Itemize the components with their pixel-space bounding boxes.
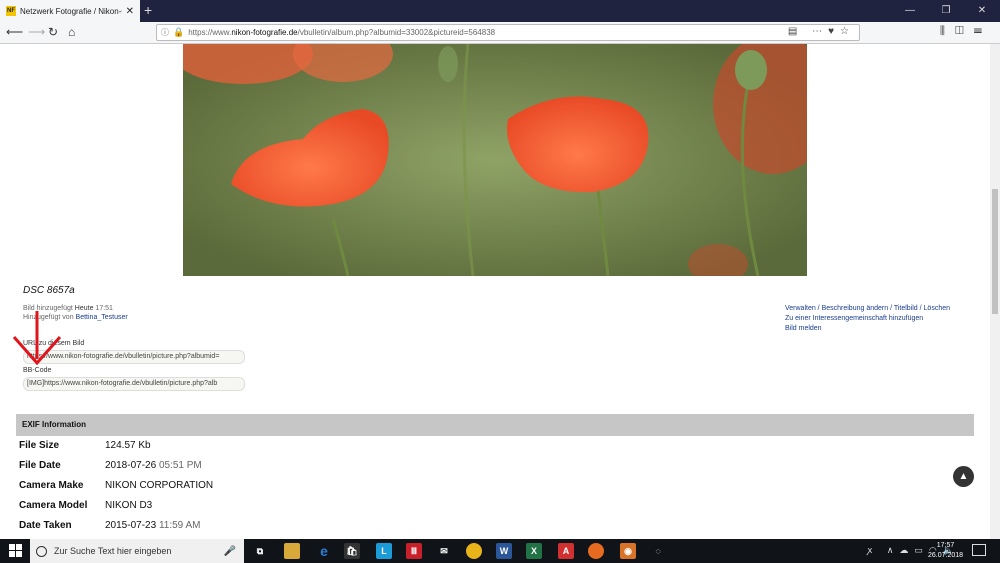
manage-links[interactable]: Verwalten / Beschreibung ändern / Titelb… [785, 304, 950, 314]
store-icon[interactable]: 🛍 [344, 543, 360, 559]
excel-icon[interactable]: X [526, 543, 542, 559]
pocket-icon[interactable]: ♥ [828, 26, 840, 37]
new-tab-icon[interactable]: + [144, 2, 152, 18]
minimize-icon[interactable]: — [892, 0, 928, 22]
reader-view-icon[interactable]: ▤ [788, 26, 803, 37]
tab-title: Netzwerk Fotografie / Nikon-C [20, 6, 122, 16]
bookmark-star-icon[interactable]: ☆ [840, 26, 855, 37]
home-icon[interactable]: ⌂ [68, 25, 75, 39]
nav-bar: ⟵ ⟶ ↻ ⌂ ⓘ 🔒 https://www. nikon-fotografie… [0, 22, 1000, 44]
bbcode-field[interactable]: [IMG]https://www.nikon-fotografie.de/vbu… [23, 377, 245, 391]
back-icon[interactable]: ⟵ [6, 25, 23, 39]
exif-value: 2018-07-26 05:51 PM [105, 460, 202, 471]
report-picture-link[interactable]: Bild melden [785, 324, 950, 334]
exif-value-main: 2018-07-26 [105, 460, 157, 471]
exif-key: Date Taken [19, 520, 72, 531]
exif-key: Camera Model [19, 500, 88, 511]
url-domain: nikon-fotografie.de [231, 28, 298, 37]
added-date: Heute [74, 305, 94, 312]
app-red-icon[interactable]: Ⅲ [406, 543, 422, 559]
exif-value: NIKON CORPORATION [105, 480, 213, 491]
lock-icon: 🔒 [173, 27, 185, 37]
page-scrollbar[interactable] [990, 44, 1000, 539]
browser-tab[interactable]: NF Netzwerk Fotografie / Nikon-C ✕ [0, 0, 140, 22]
library-icon[interactable]: ⫼ [940, 25, 955, 37]
show-hidden-icons[interactable]: ∧ [887, 545, 900, 555]
app-ring-icon[interactable]: ◌ [650, 543, 666, 559]
exif-key: Camera Make [19, 480, 84, 491]
chrome-icon[interactable] [466, 543, 482, 559]
taskbar-clock[interactable]: 17:57 26.07.2018 [928, 541, 963, 561]
url-prefix: https://www. [188, 28, 232, 37]
forward-icon[interactable]: ⟶ [28, 25, 45, 39]
exif-key: File Date [19, 460, 61, 471]
url-bar[interactable]: ⓘ 🔒 https://www. nikon-fotografie.de/vbul… [156, 24, 860, 41]
exif-key: File Size [19, 440, 60, 451]
page-actions-icon[interactable]: ⋯ [812, 26, 828, 37]
mail-icon[interactable]: ✉ [436, 543, 452, 559]
picture-title: DSC 8657a [23, 285, 75, 296]
toolbar-icons: ⫼◫☰ [940, 25, 992, 38]
exif-value: NIKON D3 [105, 500, 152, 511]
exif-value-main: NIKON D3 [105, 500, 153, 511]
window-close-icon[interactable]: ✕ [964, 0, 1000, 22]
taskbar-search-box[interactable]: Zur Suche Text hier eingeben 🎤 [30, 539, 244, 563]
windows-start-icon[interactable] [9, 544, 23, 558]
menu-icon[interactable]: ☰ [974, 25, 992, 37]
notification-center-icon[interactable] [972, 544, 986, 556]
site-favicon: NF [6, 6, 16, 16]
added-by-user-link[interactable]: Bettina_Testuser [76, 314, 128, 321]
exif-value-main: 2015-07-23 [105, 520, 157, 531]
tab-bar: NF Netzwerk Fotografie / Nikon-C ✕ + — ❐… [0, 0, 1000, 22]
taskbar-search-placeholder: Zur Suche Text hier eingeben [54, 546, 172, 556]
sidebar-icon[interactable]: ◫ [955, 25, 974, 37]
restore-icon[interactable]: ❐ [928, 0, 964, 22]
url-path: /vbulletin/album.php?albumid=33002&pictu… [297, 28, 496, 37]
reload-icon[interactable]: ↻ [48, 25, 58, 39]
page-info-icon[interactable]: ⓘ [161, 27, 169, 38]
annotation-arrow-icon [12, 311, 62, 366]
picture-actions: Verwalten / Beschreibung ändern / Titelb… [785, 304, 950, 334]
task-view-icon[interactable]: ⧉ [252, 543, 268, 559]
cortana-icon [36, 545, 47, 557]
url-actions: ▤ ⋯♥☆ [788, 26, 855, 37]
acrobat-icon[interactable]: A [558, 543, 574, 559]
exif-value-time: 05:51 PM [158, 460, 202, 471]
exif-value: 124.57 Kb [105, 440, 151, 451]
close-tab-icon[interactable]: ✕ [126, 6, 134, 17]
clock-time: 17:57 [936, 542, 955, 549]
exif-value-main: NIKON CORPORATION [105, 480, 214, 491]
exif-value-time: 11:59 AM [158, 520, 201, 531]
app-orange-icon[interactable]: ◉ [620, 543, 636, 559]
people-icon[interactable]: ꭗ [868, 545, 879, 555]
file-explorer-icon[interactable] [284, 543, 300, 559]
window-controls: — ❐ ✕ [892, 0, 1000, 22]
firefox-icon[interactable] [588, 543, 604, 559]
album-photo[interactable] [183, 44, 807, 276]
exif-header: EXIF Information [16, 414, 974, 436]
exif-value-main: 124.57 Kb [105, 440, 151, 451]
cloud-icon[interactable]: ☁ [899, 545, 914, 555]
add-to-group-link[interactable]: Zu einer Interessengemeinschaft hinzufüg… [785, 314, 950, 324]
clock-date: 26.07.2018 [928, 552, 964, 559]
scrollbar-thumb[interactable] [992, 189, 998, 314]
lightroom-icon[interactable]: L [376, 543, 392, 559]
taskbar: Zur Suche Text hier eingeben 🎤 ⧉ e 🛍 L Ⅲ… [0, 539, 1000, 563]
word-icon[interactable]: W [496, 543, 512, 559]
battery-icon[interactable]: ▭ [914, 545, 929, 555]
microphone-icon[interactable]: 🎤 [224, 546, 236, 557]
added-time: 17:51 [95, 305, 113, 312]
scroll-to-top-button[interactable]: ▲ [953, 466, 974, 487]
exif-value: 2015-07-23 11:59 AM [105, 520, 200, 531]
edge-icon[interactable]: e [316, 543, 332, 559]
